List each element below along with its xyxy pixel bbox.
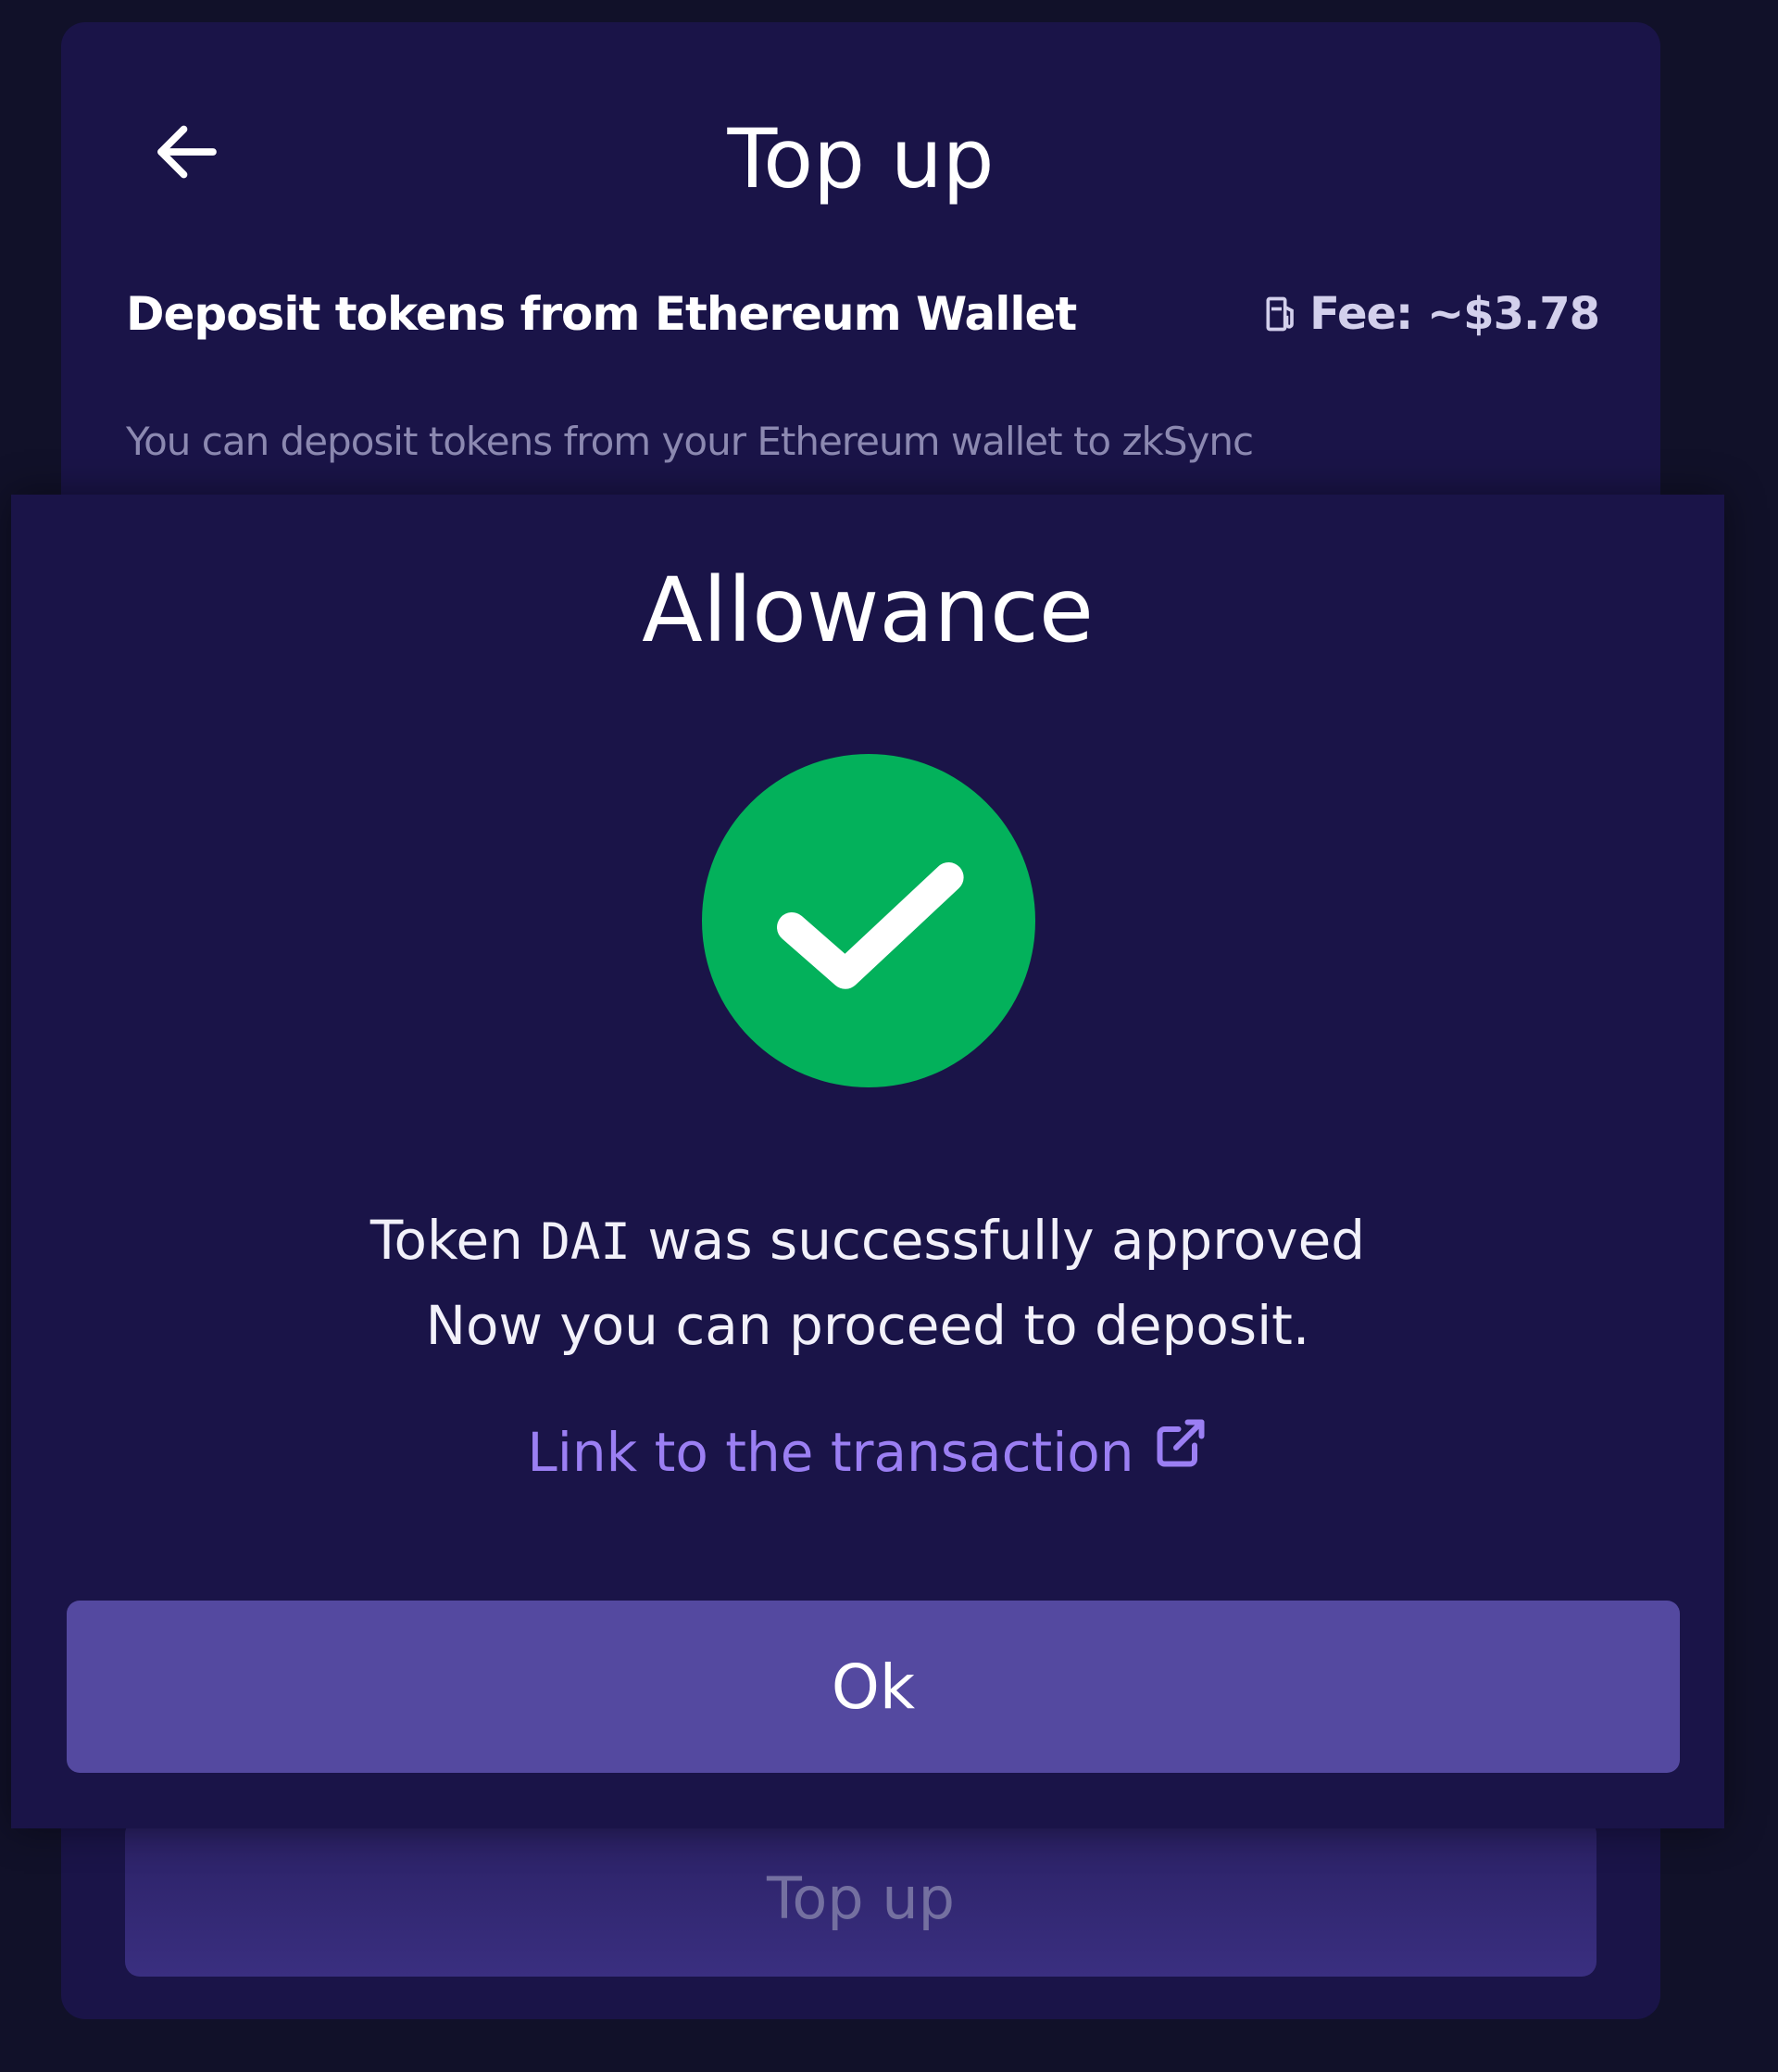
deposit-header-row: Deposit tokens from Ethereum Wallet Fee:… [126, 282, 1600, 346]
allowance-modal: Allowance Token DAI was successfully app… [11, 495, 1724, 1828]
topup-button[interactable]: Top up [125, 1819, 1596, 1977]
page-title: Top up [727, 111, 995, 207]
message-prefix: Token [369, 1209, 523, 1272]
gas-pump-icon [1261, 294, 1302, 334]
approval-line-1: Token DAI was successfully approved [11, 1199, 1724, 1284]
fee-text: Fee: ~$3.78 [1309, 288, 1600, 340]
external-link-icon [1153, 1415, 1208, 1489]
modal-title: Allowance [642, 559, 1094, 662]
approval-line-2: Now you can proceed to deposit. [425, 1294, 1310, 1357]
transaction-link-row: Link to the transaction [11, 1415, 1724, 1489]
check-circle-icon [702, 754, 1035, 1087]
message-suffix: was successfully approved [647, 1209, 1366, 1272]
approval-message: Token DAI was successfully approved Now … [11, 1199, 1724, 1367]
deposit-description: You can deposit tokens from your Ethereu… [126, 419, 1254, 464]
transaction-link[interactable]: Link to the transaction [527, 1415, 1208, 1489]
token-name: DAI [540, 1212, 631, 1271]
transaction-link-text: Link to the transaction [527, 1421, 1134, 1484]
ok-button[interactable]: Ok [67, 1601, 1680, 1773]
fee-info: Fee: ~$3.78 [1261, 288, 1600, 340]
deposit-label: Deposit tokens from Ethereum Wallet [126, 287, 1077, 341]
